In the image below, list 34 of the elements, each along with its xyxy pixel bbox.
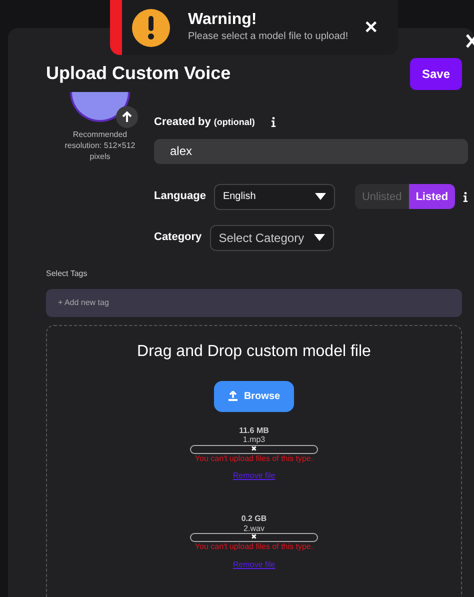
warning-icon <box>132 8 170 46</box>
resolution-hint: Recommended resolution: 512×512 pixels <box>64 130 136 162</box>
error-message: You can't upload files of this type. <box>194 454 314 464</box>
file-size: 11.6 MB <box>239 426 269 436</box>
toast-message: Please select a model file to upload! <box>188 30 348 44</box>
category-placeholder: Select Category <box>218 230 304 246</box>
name-input[interactable]: alex <box>154 138 468 164</box>
category-select[interactable]: Select Category <box>210 224 334 250</box>
info-icon[interactable] <box>463 192 468 202</box>
tags-label: Select Tags <box>46 268 88 280</box>
caret-icon <box>314 193 326 200</box>
file-name: 1.mp3 <box>242 435 266 445</box>
category-label: Category <box>154 230 202 246</box>
toast-accent-bar <box>110 0 122 55</box>
browse-button[interactable]: Browse <box>214 380 294 412</box>
language-label: Language <box>154 189 206 204</box>
dropzone-title: Drag and Drop custom model file <box>136 342 372 361</box>
created-by-label: Created by (optional) <box>154 115 255 130</box>
visibility-toggle[interactable]: Listed <box>408 184 456 209</box>
arrow-up-icon <box>121 111 133 123</box>
language-value: English <box>222 190 256 204</box>
upload-icon <box>228 391 238 402</box>
modal-title: Upload Custom Voice <box>46 63 231 85</box>
upload-button[interactable] <box>116 106 138 128</box>
save-button[interactable]: Save <box>410 58 462 90</box>
toast-title: Warning! <box>188 11 258 29</box>
info-icon[interactable] <box>270 117 276 128</box>
caret-icon <box>314 234 325 241</box>
file-name: 2.wav <box>244 524 264 534</box>
error-message: You can't upload files of this type. <box>194 542 314 553</box>
close-button[interactable]: ✕ <box>364 14 378 40</box>
language-select[interactable]: English <box>214 184 335 210</box>
file-size: 0.2 GB <box>241 514 267 524</box>
tag-input[interactable]: + Add new tag <box>46 288 462 316</box>
